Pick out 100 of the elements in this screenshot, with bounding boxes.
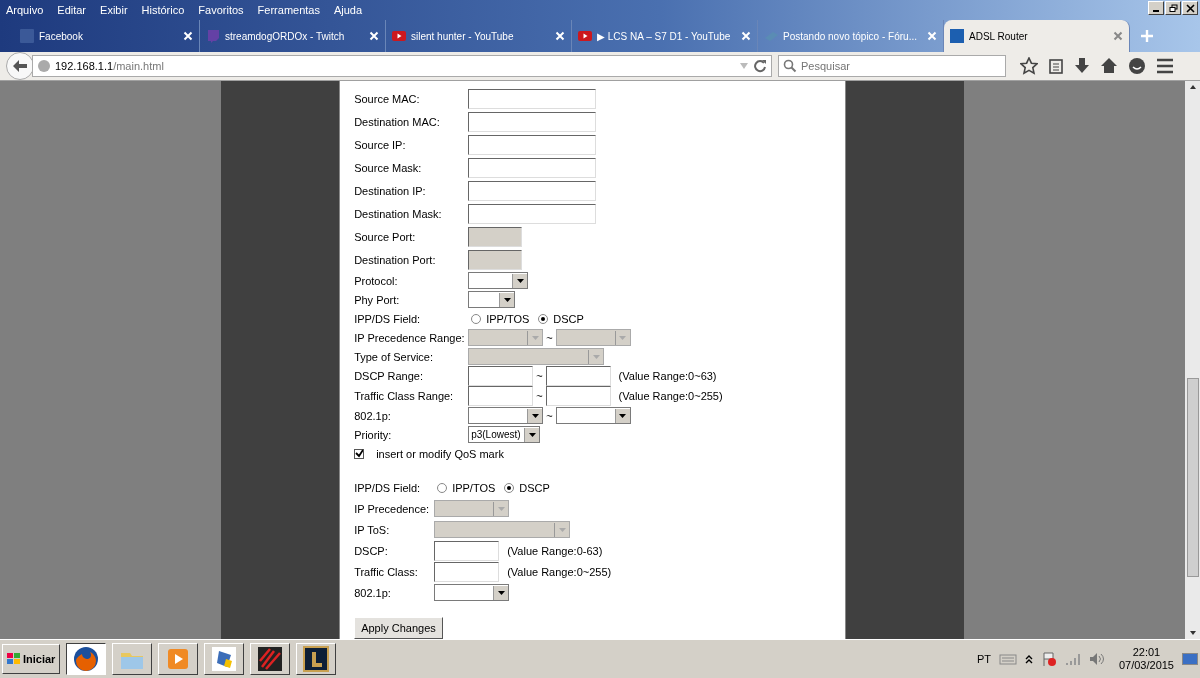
smiley-icon[interactable] bbox=[1128, 57, 1146, 75]
flag-icon[interactable] bbox=[1040, 651, 1057, 667]
text-field[interactable] bbox=[468, 111, 597, 132]
caret-icon bbox=[528, 432, 536, 437]
four-squares-icon bbox=[7, 653, 21, 665]
caret-icon bbox=[619, 413, 627, 418]
text-field[interactable] bbox=[468, 88, 597, 109]
field-label: IP Precedence Range: bbox=[354, 331, 466, 344]
field-label: Traffic Class: bbox=[354, 565, 419, 578]
value-range-hint: (Value Range:0-63) bbox=[507, 544, 603, 557]
field-label: DSCP: bbox=[354, 544, 389, 557]
menu-item[interactable]: Ferramentas bbox=[257, 4, 320, 16]
range-separator: ~ bbox=[546, 331, 553, 344]
radio-button[interactable] bbox=[437, 482, 448, 493]
text-field[interactable] bbox=[468, 386, 534, 406]
download-icon[interactable] bbox=[1074, 57, 1090, 75]
field-label: Destination Mask: bbox=[354, 207, 443, 220]
close-button[interactable] bbox=[1182, 1, 1198, 15]
text-field[interactable] bbox=[468, 203, 597, 224]
speaker-icon[interactable] bbox=[1088, 652, 1105, 666]
menu-icon[interactable] bbox=[1156, 57, 1174, 75]
reload-icon[interactable] bbox=[753, 59, 767, 73]
text-field[interactable] bbox=[434, 540, 500, 561]
field-label: 802.1p: bbox=[354, 409, 392, 422]
play-icon bbox=[578, 29, 592, 43]
home-icon[interactable] bbox=[1100, 57, 1118, 75]
field-label: 802.1p: bbox=[354, 586, 392, 599]
search-field[interactable]: Pesquisar bbox=[778, 55, 1006, 77]
dropdown[interactable] bbox=[555, 407, 631, 424]
field-label: IP Precedence: bbox=[354, 502, 431, 515]
address-bar[interactable]: 192.168.1.1/main.html bbox=[32, 55, 772, 77]
text-field[interactable] bbox=[434, 561, 500, 582]
field-label: Destination MAC: bbox=[354, 115, 441, 128]
search-icon bbox=[783, 59, 797, 73]
clock[interactable]: 22:01 07/03/2015 bbox=[1118, 646, 1174, 672]
dropdown[interactable] bbox=[468, 272, 529, 289]
field-label: Phy Port: bbox=[354, 293, 401, 306]
menu-item[interactable]: Favoritos bbox=[198, 4, 244, 16]
start-button[interactable]: Iniciar bbox=[2, 644, 61, 674]
field-label: IPP/DS Field: bbox=[354, 312, 422, 325]
text-field[interactable] bbox=[468, 180, 597, 201]
caret-icon bbox=[531, 335, 539, 340]
range-separator: ~ bbox=[536, 390, 543, 402]
field-label: Source Port: bbox=[354, 230, 417, 243]
caret-icon bbox=[558, 527, 566, 532]
caret-icon bbox=[497, 506, 505, 511]
menu-item[interactable]: Histórico bbox=[141, 4, 185, 16]
radio-label: IPP/TOS bbox=[486, 312, 530, 325]
stripes-icon bbox=[256, 645, 285, 673]
emblem-icon bbox=[302, 645, 331, 673]
range-separator: ~ bbox=[536, 370, 543, 382]
checkmark-icon bbox=[355, 449, 364, 458]
browser-tab[interactable]: ADSL Router bbox=[944, 20, 1130, 52]
checkbox-label: insert or modify QoS mark bbox=[376, 447, 504, 460]
menu-item[interactable]: Exibir bbox=[100, 4, 128, 16]
radio-button[interactable] bbox=[504, 482, 515, 493]
value-range-hint: (Value Range:0~255) bbox=[618, 390, 723, 402]
field-label: IP ToS: bbox=[354, 523, 391, 536]
caret-icon bbox=[592, 354, 600, 359]
restore-button[interactable] bbox=[1165, 1, 1181, 15]
field-label: Source Mask: bbox=[354, 161, 423, 174]
globe-icon bbox=[37, 59, 51, 73]
radio-label: DSCP bbox=[553, 312, 584, 325]
field-label: IPP/DS Field: bbox=[354, 481, 422, 494]
text-field[interactable] bbox=[468, 366, 534, 386]
radio-button[interactable] bbox=[471, 313, 482, 324]
range-separator: ~ bbox=[546, 409, 553, 422]
menu-item[interactable]: Ajuda bbox=[333, 4, 363, 16]
value-range-hint: (Value Range:0~255) bbox=[507, 565, 612, 578]
radio-button[interactable] bbox=[538, 313, 549, 324]
text-field[interactable] bbox=[545, 386, 611, 406]
square-logo-icon bbox=[20, 29, 34, 43]
menu-item[interactable]: Editar bbox=[57, 4, 87, 16]
clipboard-icon[interactable] bbox=[1048, 57, 1064, 75]
dropdown[interactable] bbox=[434, 584, 510, 601]
dropdown[interactable]: p3(Lowest) bbox=[468, 426, 541, 443]
dropdown[interactable] bbox=[468, 407, 544, 424]
dropdown[interactable] bbox=[468, 291, 516, 308]
text-field[interactable] bbox=[545, 366, 611, 386]
text-field[interactable] bbox=[468, 134, 597, 155]
apply-changes-button[interactable]: Apply Changes bbox=[354, 617, 443, 639]
caret-icon bbox=[516, 278, 524, 283]
field-label: Source IP: bbox=[354, 138, 407, 151]
back-button[interactable] bbox=[6, 52, 34, 80]
field-label: Destination Port: bbox=[354, 253, 437, 266]
square-logo-icon bbox=[950, 29, 964, 43]
menu-item[interactable]: Arquivo bbox=[6, 4, 44, 16]
checkbox[interactable] bbox=[354, 448, 365, 459]
radio-label: DSCP bbox=[519, 481, 550, 494]
scrollbar[interactable] bbox=[1185, 81, 1200, 639]
text-field[interactable] bbox=[468, 157, 597, 178]
field-label: Destination IP: bbox=[354, 184, 427, 197]
language-indicator[interactable]: PT bbox=[976, 653, 991, 665]
play-icon bbox=[392, 29, 406, 43]
minimize-button[interactable] bbox=[1148, 1, 1164, 15]
star-icon[interactable] bbox=[1020, 57, 1038, 75]
minimize-icon bbox=[1153, 9, 1159, 12]
chevron-up-icon[interactable] bbox=[1024, 654, 1033, 664]
taskbar-app[interactable] bbox=[66, 643, 107, 675]
arrow-left-icon bbox=[12, 59, 28, 73]
